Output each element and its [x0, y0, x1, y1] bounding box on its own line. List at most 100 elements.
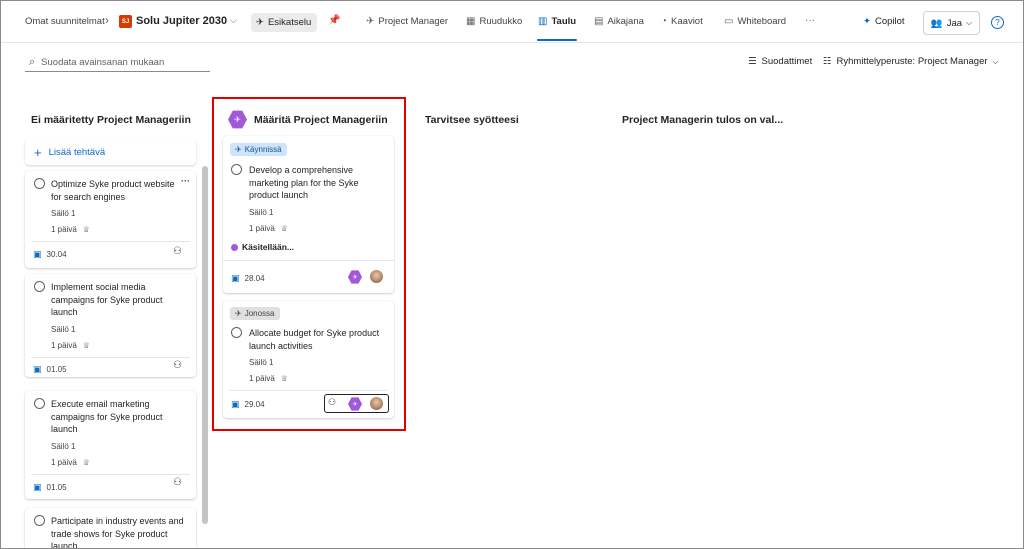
tab-charts[interactable]: ◔ Kaaviot	[661, 16, 703, 27]
user-avatar[interactable]	[369, 269, 384, 284]
duration-label: 1 päivä	[51, 225, 77, 234]
bucket-label: Säilö 1	[249, 358, 274, 367]
task-title-line: product launch	[249, 190, 309, 200]
preview-label: Esikatselu	[267, 17, 312, 28]
duration-row: 1 päivä ♕	[249, 374, 288, 383]
assign-person-icon[interactable]: ⚇	[328, 397, 336, 408]
group-by-label: Ryhmittelyperuste: Project Manager	[836, 56, 988, 67]
filters-button[interactable]: ☰ Suodattimet	[748, 56, 812, 67]
due-date[interactable]: ▣ 01.05	[33, 364, 67, 375]
agent-avatar-icon[interactable]: ✈	[348, 270, 362, 284]
task-title-line: Allocate budget for Syke product	[249, 328, 380, 338]
bucket-label: Säilö 1	[249, 208, 274, 217]
task-card[interactable]: Implement social media campaigns for Syk…	[25, 274, 196, 377]
search-placeholder: Suodata avainsanan mukaan	[41, 56, 165, 68]
chevron-down-icon[interactable]: ⌵	[230, 15, 237, 26]
assign-person-icon[interactable]: ⚇	[173, 246, 182, 257]
complete-checkbox[interactable]	[34, 515, 45, 526]
task-title: Implement social media campaigns for Syk…	[51, 281, 163, 319]
bucket-label: Säilö 1	[51, 325, 76, 334]
top-bar: Omat suunnitelmat › SJ Solu Jupiter 2030…	[1, 1, 1023, 43]
column-scrollbar[interactable]	[202, 166, 208, 524]
assign-person-icon[interactable]: ⚇	[173, 360, 182, 371]
search-input[interactable]: ⌕ Suodata avainsanan mukaan	[25, 53, 210, 72]
due-date-label: 01.05	[46, 365, 67, 374]
duration-row: 1 päivä ♕	[249, 224, 288, 233]
whiteboard-icon: ▭	[724, 16, 734, 27]
breadcrumb[interactable]: Omat suunnitelmat	[25, 16, 105, 27]
group-by-button[interactable]: ☷ Ryhmittelyperuste: Project Manager ⌵	[823, 56, 999, 67]
duration-label: 1 päivä	[51, 341, 77, 350]
help-icon[interactable]: ?	[991, 16, 1004, 29]
column-header-unassigned: Ei määritetty Project Manageriin	[31, 114, 191, 126]
rocket-icon: ✈	[235, 145, 242, 154]
column-header-assign: Määritä Project Manageriin	[254, 114, 388, 126]
trophy-icon: ♕	[280, 224, 288, 233]
plus-icon: +	[34, 144, 42, 160]
column-header-needs-input: Tarvitsee syötteesi	[425, 114, 519, 126]
bucket-label: Säilö 1	[51, 209, 76, 218]
preview-button[interactable]: ✈ Esikatselu	[251, 13, 317, 32]
add-task-button[interactable]: + Lisää tehtävä	[25, 139, 196, 165]
calendar-icon: ▣	[33, 249, 42, 259]
processing-status: Käsitellään...	[231, 242, 294, 252]
tab-label: Project Manager	[378, 16, 449, 27]
chevron-down-icon: ⌵	[966, 18, 973, 27]
copilot-label: Copilot	[874, 16, 905, 27]
grid-icon: ▦	[466, 16, 476, 27]
task-title: Execute email marketing campaigns for Sy…	[51, 398, 163, 436]
task-title-line: Implement social media	[51, 282, 146, 292]
assignees-focus[interactable]: ⚇ ✈	[324, 394, 389, 413]
tab-whiteboard[interactable]: ▭ Whiteboard	[724, 16, 786, 27]
more-tabs-button[interactable]: ···	[805, 15, 815, 26]
calendar-icon: ▣	[231, 399, 240, 409]
trophy-icon: ♕	[82, 341, 90, 350]
complete-checkbox[interactable]	[34, 281, 45, 292]
plan-title[interactable]: Solu Jupiter 2030	[136, 15, 227, 27]
assign-person-icon[interactable]: ⚇	[173, 477, 182, 488]
due-date-label: 28.04	[244, 274, 265, 283]
due-date[interactable]: ▣ 28.04	[231, 273, 265, 284]
more-options-icon[interactable]: ···	[181, 176, 190, 186]
due-date[interactable]: ▣ 29.04	[231, 399, 265, 410]
complete-checkbox[interactable]	[34, 178, 45, 189]
status-badge: ✈ Jonossa	[230, 307, 280, 320]
duration-row: 1 päivä ♕	[51, 341, 90, 350]
copilot-button[interactable]: ✦ Copilot	[863, 16, 905, 27]
calendar-icon: ▣	[231, 273, 240, 283]
share-label: Jaa	[946, 17, 963, 29]
task-title-line: campaigns for Syke product	[51, 411, 163, 422]
add-task-label: Lisää tehtävä	[48, 146, 106, 158]
task-card[interactable]: Execute email marketing campaigns for Sy…	[25, 391, 196, 499]
task-title-line: Optimize Syke product website	[51, 179, 175, 189]
chart-icon: ◔	[661, 16, 668, 27]
share-button[interactable]: 👥 Jaa ⌵	[923, 11, 980, 35]
task-title-line: launch	[51, 541, 78, 549]
task-title-line: launch	[51, 307, 78, 317]
due-date[interactable]: ▣ 01.05	[33, 482, 67, 493]
task-title-line: Execute email marketing	[51, 399, 150, 409]
complete-checkbox[interactable]	[231, 327, 242, 338]
task-title-line: Develop a comprehensive	[249, 165, 354, 175]
tab-timeline[interactable]: ▤ Aikajana	[594, 16, 644, 27]
people-icon: 👥	[930, 17, 943, 29]
complete-checkbox[interactable]	[34, 398, 45, 409]
duration-label: 1 päivä	[51, 458, 77, 467]
agent-avatar-icon[interactable]: ✈	[348, 397, 362, 411]
agent-avatar-icon: ✈	[228, 110, 247, 129]
complete-checkbox[interactable]	[231, 164, 242, 175]
tab-grid[interactable]: ▦ Ruudukko	[466, 16, 522, 27]
tab-project-manager[interactable]: ✈ Project Manager	[366, 16, 448, 27]
due-date-label: 30.04	[46, 250, 67, 259]
rocket-icon: ✈	[256, 17, 264, 28]
task-card[interactable]: ✈ Käynnissä Develop a comprehensive mark…	[223, 136, 394, 293]
due-date[interactable]: ▣ 30.04	[33, 249, 67, 260]
task-card[interactable]: Participate in industry events and trade…	[25, 508, 196, 549]
filters-label: Suodattimet	[761, 56, 813, 67]
task-card[interactable]: Optimize Syke product website for search…	[25, 171, 196, 268]
pin-icon[interactable]: 📌	[328, 15, 340, 26]
rocket-icon: ✈	[366, 16, 375, 27]
user-avatar[interactable]	[369, 396, 384, 411]
card-divider	[31, 357, 190, 358]
tab-board[interactable]: ▥ Taulu	[538, 16, 576, 27]
